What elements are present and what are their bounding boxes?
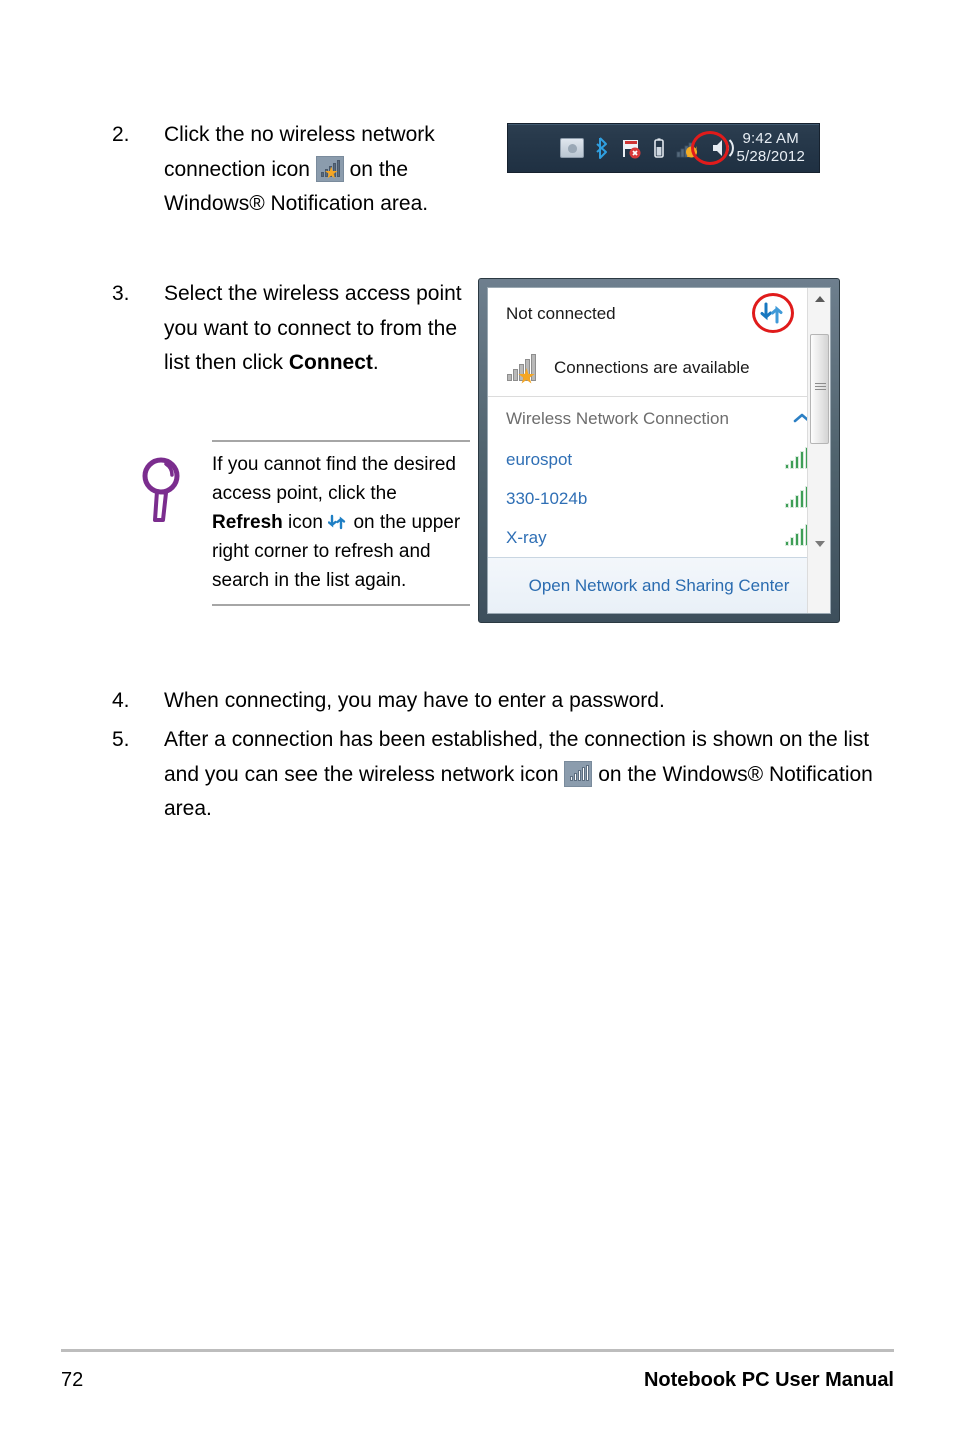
windows-notification-area-screenshot: 9:42 AM 5/28/2012 (507, 123, 820, 173)
highlight-circle-refresh-button (752, 293, 794, 333)
note-block: If you cannot find the desired access po… (136, 440, 474, 606)
safely-remove-hardware-icon[interactable] (560, 138, 584, 158)
scrollbar-grip (815, 383, 826, 392)
page-footer: 72 Notebook PC User Manual (61, 1349, 894, 1392)
network-list-item[interactable]: eurospot (488, 441, 830, 480)
document-page: 2. Click the no wireless network connect… (0, 0, 954, 1438)
magnifier-icon (136, 450, 212, 595)
step-text: Select the wireless access point you wan… (164, 277, 464, 381)
scrollbar-thumb[interactable] (810, 334, 829, 444)
step-item-3: 3. Select the wireless access point you … (112, 277, 472, 381)
wireless-networks-flyout-screenshot: Not connected Connections are available … (478, 278, 840, 623)
network-list-item[interactable]: X-ray (488, 519, 830, 558)
step-number: 2. (112, 123, 130, 146)
action-center-flag-icon[interactable] (620, 137, 642, 159)
no-wireless-network-icon (315, 155, 344, 182)
battery-icon[interactable] (652, 137, 666, 159)
note-bold-refresh: Refresh (212, 512, 283, 533)
manual-title: Notebook PC User Manual (643, 1369, 894, 1391)
flyout-inner: Not connected Connections are available … (487, 287, 831, 614)
clock-date: 5/28/2012 (736, 148, 805, 165)
open-network-sharing-center-link[interactable]: Open Network and Sharing Center (488, 557, 830, 613)
note-text-part1: If you cannot find the desired access po… (212, 454, 456, 504)
step3-bold-connect: Connect (288, 351, 373, 374)
footer-link-label: Open Network and Sharing Center (528, 575, 790, 595)
footer-divider (61, 1349, 894, 1352)
clock-time: 9:42 AM (742, 130, 799, 147)
highlight-circle-wireless-icon (691, 131, 729, 165)
step-text: Click the no wireless network connection… (164, 118, 504, 222)
note-text-part2: icon (288, 512, 323, 533)
step-item-5: 5. After a connection has been establish… (112, 723, 902, 827)
note-divider-bottom (212, 604, 470, 606)
step-number: 5. (112, 728, 130, 751)
step-number: 3. (112, 282, 130, 305)
network-ssid: 330-1024b (506, 489, 588, 509)
network-ssid: eurospot (506, 450, 573, 470)
network-list-item[interactable]: 330-1024b (488, 480, 830, 519)
network-ssid: X-ray (506, 527, 547, 547)
step-text: When connecting, you may have to enter a… (164, 689, 665, 712)
scroll-up-arrow-icon[interactable] (808, 288, 830, 310)
connection-status-label: Not connected (506, 303, 616, 323)
connections-available-row[interactable]: Connections are available (488, 340, 830, 398)
wireless-network-connection-group[interactable]: Wireless Network Connection (488, 397, 830, 441)
bluetooth-icon[interactable] (594, 137, 610, 159)
tray-clock[interactable]: 9:42 AM 5/28/2012 (736, 130, 805, 166)
step-item-2: 2. Click the no wireless network connect… (112, 118, 512, 222)
step-item-4: 4. When connecting, you may have to ente… (112, 684, 852, 719)
note-text: If you cannot find the desired access po… (212, 450, 470, 595)
page-number: 72 (61, 1369, 84, 1391)
step-number: 4. (112, 689, 130, 712)
tray-icon-group (560, 131, 736, 165)
scroll-down-arrow-icon[interactable] (808, 533, 830, 555)
scrollbar-track[interactable] (808, 310, 830, 533)
flyout-scrollbar[interactable] (807, 288, 830, 613)
connections-available-icon (506, 353, 542, 384)
step-text: After a connection has been established,… (164, 723, 894, 827)
step3-period: . (372, 351, 379, 374)
group-label: Wireless Network Connection (506, 409, 729, 429)
refresh-icon (327, 512, 348, 532)
wireless-network-connected-icon (564, 760, 593, 787)
connections-available-label: Connections are available (554, 358, 750, 378)
